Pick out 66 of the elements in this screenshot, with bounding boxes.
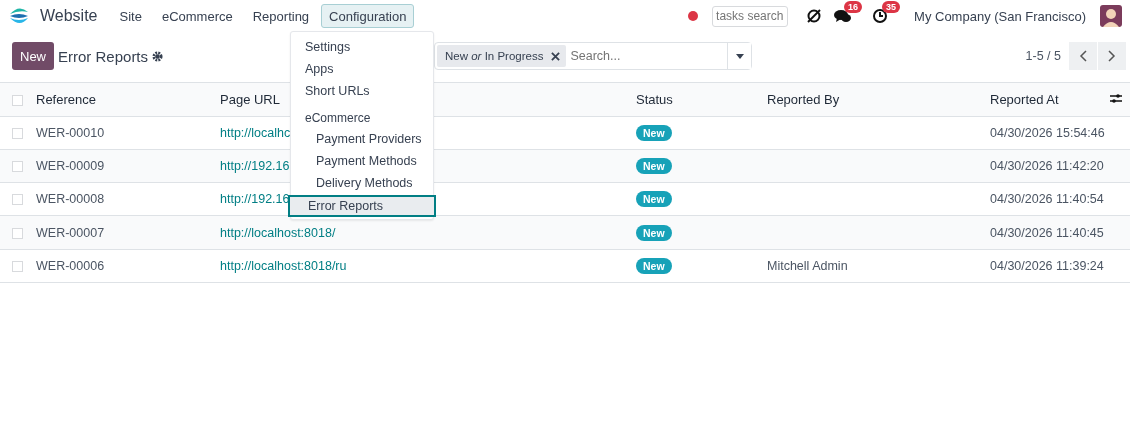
row-checkbox[interactable] (12, 194, 23, 206)
menu-item[interactable]: Delivery Methods (288, 172, 436, 194)
table-cell: 04/30/2026 11:39:24 (990, 258, 1104, 273)
status-badge: New (636, 157, 672, 174)
table-cell: 04/30/2026 11:42:20 (990, 158, 1104, 173)
new-button[interactable]: New (12, 42, 54, 70)
next-button[interactable] (1098, 42, 1126, 70)
status-badge: New (636, 124, 672, 141)
menu-section-header: eCommerce (304, 110, 372, 127)
tasks-search-field[interactable]: tasks search (712, 5, 789, 27)
status-badge: New (636, 224, 672, 241)
column-settings-icon[interactable] (1110, 92, 1122, 104)
status-dot-icon (688, 11, 699, 21)
url-link[interactable]: http://localhost:8018/ (220, 225, 336, 240)
column-header[interactable]: Status (636, 91, 673, 107)
menu-item[interactable]: Reporting (244, 4, 318, 28)
column-header[interactable]: Page URL (220, 91, 280, 107)
filter-facet[interactable]: New or In Progress (437, 45, 567, 67)
gear-icon[interactable] (152, 50, 164, 62)
app-name[interactable]: Website (40, 7, 98, 25)
url-link[interactable]: http://localhost:8018/ru (220, 258, 347, 273)
website-logo-icon (8, 6, 30, 26)
column-header[interactable]: Reported By (767, 91, 840, 107)
pager-value[interactable]: 1-5 / 5 (1025, 49, 1061, 63)
select-all-checkbox[interactable] (12, 94, 23, 106)
status-badge: New (636, 191, 672, 208)
table-cell: WER-00010 (36, 125, 105, 140)
row-checkbox[interactable] (12, 227, 23, 239)
row-checkbox[interactable] (12, 261, 23, 273)
ring-icon[interactable] (806, 8, 823, 24)
user-avatar[interactable] (1100, 5, 1122, 27)
table-cell: WER-00008 (36, 192, 105, 207)
company-name[interactable]: My Company (San Francisco) (914, 8, 1086, 24)
table-cell: Mitchell Admin (767, 258, 848, 273)
menu-item[interactable]: Configuration (321, 4, 415, 28)
menu-item[interactable]: Apps (288, 58, 436, 80)
search-options-button[interactable] (727, 43, 751, 69)
activity-count-badge: 35 (882, 1, 901, 13)
url-link[interactable]: http://192.16 (220, 192, 290, 207)
table-cell: 04/30/2026 11:40:54 (990, 192, 1104, 207)
menu-item[interactable]: Settings (288, 36, 436, 58)
menu-item[interactable]: Site (111, 4, 150, 28)
table-cell: WER-00006 (36, 258, 105, 273)
url-link[interactable]: http://localhc (220, 125, 291, 140)
chevron-right-icon (1108, 50, 1116, 62)
url-link[interactable]: http://192.16 (220, 158, 290, 173)
table-cell: WER-00009 (36, 158, 105, 173)
table-cell: WER-00007 (36, 225, 105, 240)
chevron-left-icon (1079, 50, 1087, 62)
message-count-badge: 16 (844, 1, 863, 13)
table-cell: 04/30/2026 15:54:46 (990, 125, 1105, 140)
row-checkbox[interactable] (12, 161, 23, 173)
close-icon[interactable] (551, 51, 561, 61)
status-badge: New (636, 257, 672, 274)
row-checkbox[interactable] (12, 127, 23, 139)
menu-item[interactable]: Payment Methods (288, 150, 436, 172)
search-bar[interactable]: New or In Progress Search... (434, 42, 752, 70)
table-cell: 04/30/2026 11:40:45 (990, 225, 1104, 240)
column-header[interactable]: Reference (36, 91, 96, 107)
menu-item[interactable]: Error Reports (288, 195, 436, 217)
menu-item[interactable]: Short URLs (288, 80, 436, 102)
menu-item[interactable]: eCommerce (153, 4, 241, 28)
clock-icon[interactable] (872, 8, 889, 24)
caret-icon (735, 53, 744, 59)
page-title: Error Reports (58, 47, 149, 65)
chat-icon[interactable] (834, 8, 853, 24)
